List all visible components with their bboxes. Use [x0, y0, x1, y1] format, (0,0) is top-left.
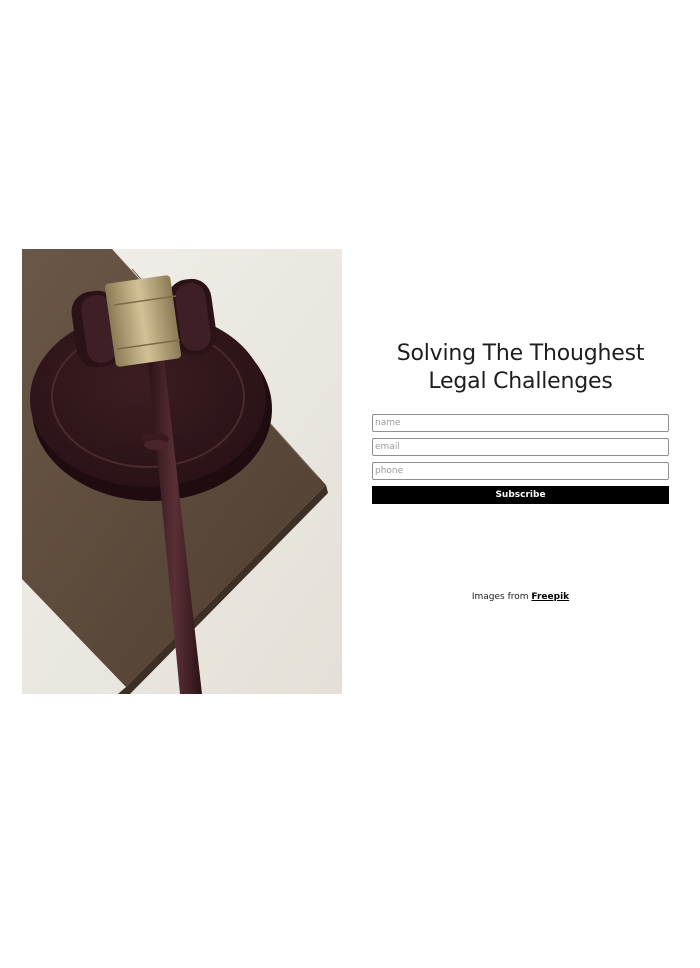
subscribe-button[interactable]: Subscribe: [372, 486, 669, 504]
email-field[interactable]: [372, 438, 669, 456]
gavel-illustration: [22, 249, 342, 694]
image-credit: Images from Freepik: [372, 592, 669, 602]
landing-page: Solving The Thoughest Legal Challenges S…: [0, 0, 700, 968]
hero-image-gavel: [22, 249, 342, 694]
name-field[interactable]: [372, 414, 669, 432]
freepik-link[interactable]: Freepik: [531, 592, 569, 602]
credit-prefix: Images from: [471, 592, 529, 602]
subscribe-form: Subscribe: [372, 414, 669, 504]
phone-field[interactable]: [372, 462, 669, 480]
page-title: Solving The Thoughest Legal Challenges: [396, 341, 645, 394]
